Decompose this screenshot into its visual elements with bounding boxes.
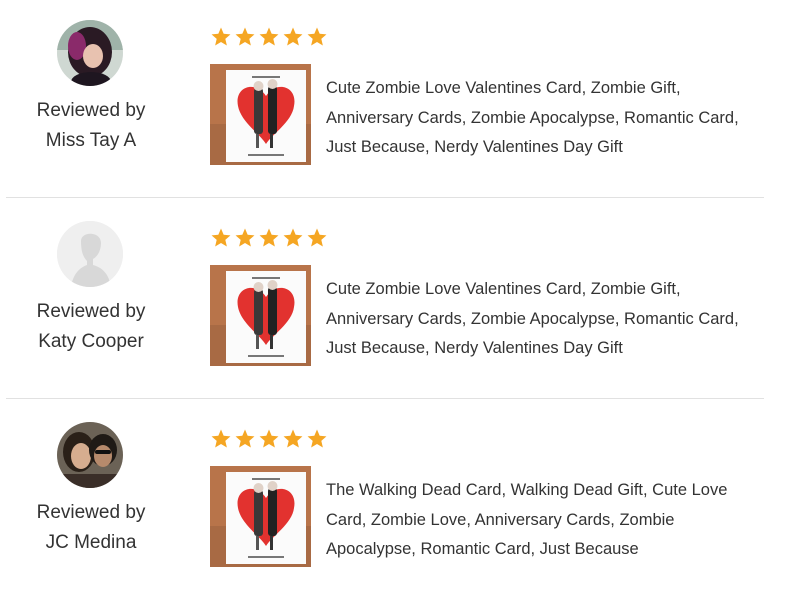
divider	[6, 398, 764, 399]
star-icon	[235, 228, 255, 247]
reviewer-name-block: Reviewed by JC Medina	[10, 498, 172, 558]
item-title[interactable]: Cute Zombie Love Valentines Card, Zombie…	[326, 275, 766, 364]
star-icon	[283, 228, 303, 247]
star-icon	[307, 228, 327, 247]
review-item: Reviewed by Miss Tay A Cute Zombie Love …	[0, 0, 794, 200]
star-icon	[283, 27, 303, 46]
star-icon	[235, 27, 255, 46]
star-icon	[235, 429, 255, 448]
review-item: Reviewed by JC Medina The Walking Dead C…	[0, 402, 794, 602]
default-user-silhouette-icon[interactable]	[57, 221, 123, 287]
star-icon	[307, 429, 327, 448]
reviewed-by-label: Reviewed by	[36, 301, 146, 322]
reviewer-name[interactable]: Miss Tay A	[10, 126, 172, 156]
star-icon	[307, 27, 327, 46]
reviewer-name[interactable]: JC Medina	[10, 528, 172, 558]
star-icon	[211, 429, 231, 448]
star-icon	[259, 429, 279, 448]
review-item: Reviewed by Katy Cooper Cute Zombie Love…	[0, 201, 794, 401]
reviewer-name-block: Reviewed by Katy Cooper	[10, 297, 172, 357]
reviewer-name[interactable]: Katy Cooper	[10, 327, 172, 357]
reviewed-by-label: Reviewed by	[36, 502, 146, 523]
star-rating	[210, 227, 328, 253]
star-icon	[283, 429, 303, 448]
reviewer-name-block: Reviewed by Miss Tay A	[10, 96, 172, 156]
reviewer-avatar[interactable]	[57, 422, 123, 488]
product-thumbnail[interactable]	[210, 64, 311, 165]
item-title[interactable]: The Walking Dead Card, Walking Dead Gift…	[326, 476, 766, 565]
product-thumbnail[interactable]	[210, 466, 311, 567]
star-rating	[210, 26, 328, 52]
reviewed-by-label: Reviewed by	[36, 100, 146, 121]
product-thumbnail[interactable]	[210, 265, 311, 366]
star-icon	[211, 27, 231, 46]
star-icon	[259, 228, 279, 247]
star-icon	[211, 228, 231, 247]
item-title[interactable]: Cute Zombie Love Valentines Card, Zombie…	[326, 74, 766, 163]
divider	[6, 197, 764, 198]
star-rating	[210, 428, 328, 454]
star-icon	[259, 27, 279, 46]
reviewer-avatar[interactable]	[57, 20, 123, 86]
